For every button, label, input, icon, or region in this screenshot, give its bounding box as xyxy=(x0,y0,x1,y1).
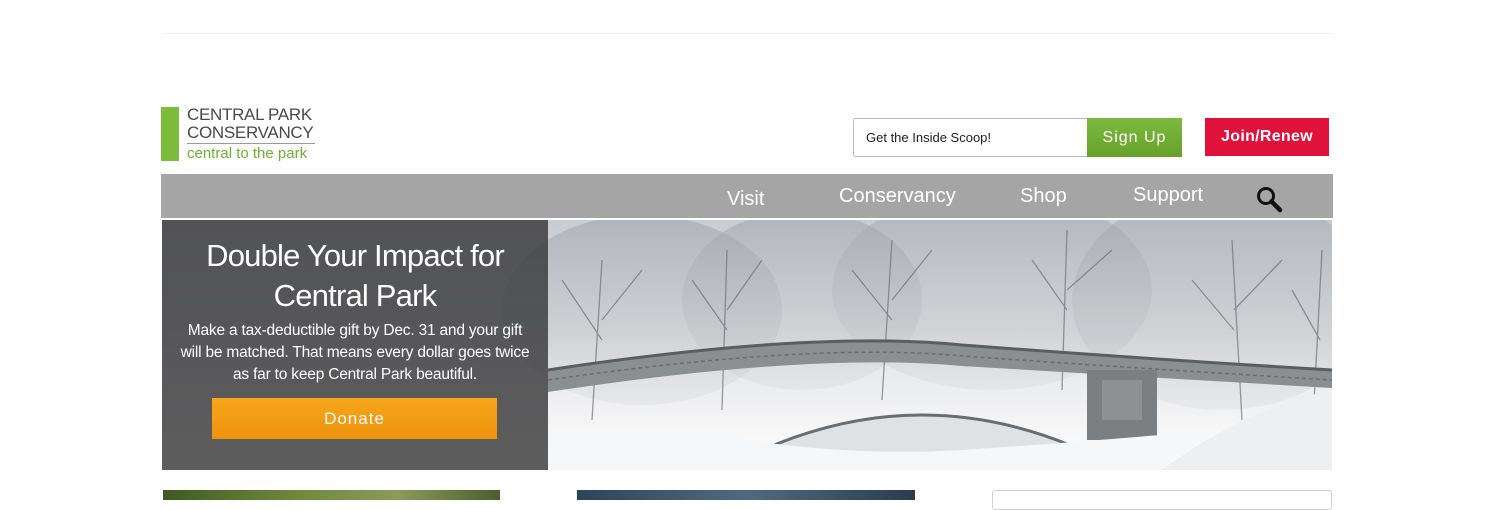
hero-title: Double Your Impact for Central Park xyxy=(206,238,505,313)
newsletter-email-input[interactable] xyxy=(853,118,1088,157)
hero-description: Make a tax-deductible gift by Dec. 31 an… xyxy=(180,322,530,383)
hero-promo-panel: Double Your Impact for Central Park Make… xyxy=(162,220,548,470)
feature-card-image[interactable] xyxy=(577,490,915,500)
site-logo[interactable]: CENTRAL PARK CONSERVANCY central to the … xyxy=(161,106,331,164)
logo-line-1: CENTRAL PARK xyxy=(187,105,312,124)
logo-divider xyxy=(187,143,315,144)
signup-button[interactable]: Sign Up xyxy=(1087,118,1182,157)
logo-tagline: central to the park xyxy=(187,145,308,162)
nav-item-shop[interactable]: Shop xyxy=(1020,174,1067,218)
top-divider xyxy=(163,33,1333,34)
hero-banner: Double Your Impact for Central Park Make… xyxy=(162,220,1332,470)
nav-item-visit[interactable]: Visit xyxy=(727,177,764,221)
nav-item-conservancy[interactable]: Conservancy xyxy=(839,174,956,218)
logo-mark xyxy=(161,107,179,161)
nav-item-support[interactable]: Support xyxy=(1133,173,1203,217)
sidebar-widget xyxy=(992,490,1332,510)
donate-button[interactable]: Donate xyxy=(212,398,497,439)
join-renew-button[interactable]: Join/Renew xyxy=(1205,118,1329,156)
logo-line-2: CONSERVANCY xyxy=(187,123,314,142)
feature-card-image[interactable] xyxy=(163,490,500,500)
main-nav: Visit Conservancy Shop Support xyxy=(161,174,1333,218)
search-icon[interactable] xyxy=(1255,185,1285,215)
